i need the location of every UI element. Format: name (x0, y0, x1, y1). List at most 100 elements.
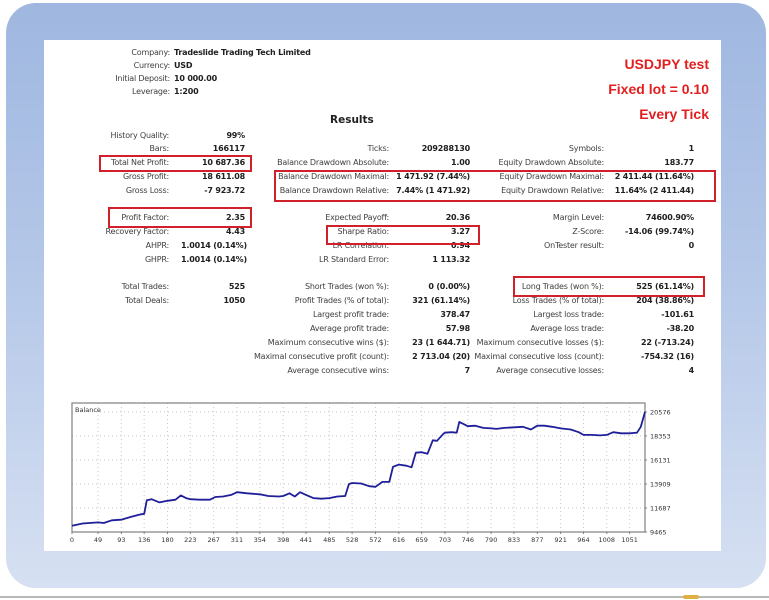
x-tick-label: 877 (531, 536, 543, 544)
stat-value: 4 (688, 366, 695, 375)
y-tick-label: 9465 (650, 529, 667, 537)
x-tick-label: 136 (138, 536, 150, 544)
stat-value: 23 (1 644.71) (412, 338, 470, 347)
stat-value: 7 (464, 366, 471, 375)
header-deposit-label: Initial Deposit: (115, 74, 170, 83)
stat-label: Gross Loss: (125, 186, 169, 195)
x-tick-label: 616 (393, 536, 405, 544)
y-tick-label: 11687 (650, 504, 671, 512)
stat-value: -14.06 (99.74%) (624, 227, 694, 236)
balance-chart-svg: Balance 0 49 93 136 180 223 267 311 354 398 441 485 5… (70, 402, 671, 544)
stat-value: 1 (688, 144, 695, 153)
stat-value: 18 611.08 (202, 172, 245, 181)
highlight-profit-factor (108, 207, 252, 228)
x-tick-label: 0 (70, 536, 74, 544)
x-tick-label: 93 (117, 536, 125, 544)
scroll-marker (683, 595, 699, 599)
note-symbol: USDJPY test (624, 56, 709, 72)
stat-value: 57.98 (445, 324, 471, 333)
header-currency-label: Currency: (133, 61, 171, 70)
stat-value: 183.77 (664, 158, 694, 167)
stat-label: Equity Drawdown Absolute: (498, 158, 604, 167)
stat-label: LR Standard Error: (319, 255, 389, 264)
note-model: Every Tick (639, 106, 709, 122)
header-deposit-value: 10 000.00 (174, 74, 217, 83)
header-leverage-label: Leverage: (132, 87, 170, 96)
stat-label: Largest profit trade: (313, 310, 389, 319)
stat-value: 0 (0.00%) (428, 282, 470, 291)
stat-value: 166117 (212, 144, 245, 153)
stat-value: 20.36 (445, 213, 471, 222)
stat-value: 1.0014 (0.14%) (181, 255, 247, 264)
x-tick-label: 528 (346, 536, 358, 544)
bottom-divider (0, 596, 769, 598)
stat-label: Symbols: (568, 144, 604, 153)
stat-label: Gross Profit: (122, 172, 169, 181)
stat-label: Maximum consecutive losses ($): (476, 338, 605, 347)
stat-label: Ticks: (367, 144, 389, 153)
stat-label: Maximal consecutive profit (count): (253, 352, 389, 361)
highlight-long-trades (513, 276, 705, 297)
stat-label: Bars: (149, 144, 169, 153)
stat-label: GHPR: (144, 255, 169, 264)
stat-label: Expected Payoff: (325, 213, 389, 222)
stat-value: 525 (228, 282, 245, 291)
stat-label: Total Deals: (125, 296, 169, 305)
header-company-value: Tradeslide Trading Tech Limited (174, 48, 311, 57)
stat-value: 0 (688, 241, 695, 250)
stat-value: 74600.90% (645, 213, 694, 222)
x-tick-label: 703 (439, 536, 451, 544)
stat-label: Profit Trades (% of total): (294, 296, 389, 305)
stat-value: 1050 (223, 296, 246, 305)
stat-value: 1.00 (451, 158, 470, 167)
stat-label: History Quality: (110, 131, 169, 140)
y-tick-label: 18353 (650, 432, 671, 440)
y-tick-label: 13909 (650, 480, 671, 488)
stat-label: Maximal consecutive loss (count): (474, 352, 604, 361)
y-tick-label: 16131 (650, 456, 671, 464)
stat-value: 209288130 (421, 144, 471, 153)
x-tick-label: 49 (94, 536, 102, 544)
highlight-total-net-profit (99, 155, 252, 172)
chart-title: Balance (75, 406, 101, 414)
stat-value: 2 713.04 (20) (412, 352, 470, 361)
x-tick-label: 223 (184, 536, 196, 544)
stat-label: Largest loss trade: (533, 310, 604, 319)
x-tick-label: 659 (415, 536, 427, 544)
y-tick-label: 20576 (650, 408, 671, 416)
x-tick-label: 964 (577, 536, 589, 544)
stat-label: OnTester result: (543, 241, 604, 250)
stat-label: Z-Score: (572, 227, 604, 236)
header-company-label: Company: (131, 48, 170, 57)
note-lot: Fixed lot = 0.10 (608, 81, 709, 97)
x-tick-label: 398 (277, 536, 289, 544)
x-tick-label: 1008 (599, 536, 616, 544)
highlight-sharpe-ratio (326, 225, 480, 245)
header-leverage-value: 1:200 (174, 87, 199, 96)
highlight-drawdown-maximal-relative (274, 170, 716, 202)
stat-label: Margin Level: (552, 213, 604, 222)
stat-label: Total Trades: (121, 282, 170, 291)
stat-value: -754.32 (16) (640, 352, 694, 361)
x-tick-label: 921 (554, 536, 566, 544)
plot-frame (71, 402, 646, 533)
x-tick-label: 790 (485, 536, 497, 544)
stat-label: AHPR: (145, 241, 170, 250)
stat-value: 1.0014 (0.14%) (181, 241, 247, 250)
stat-label: Balance Drawdown Absolute: (277, 158, 389, 167)
x-tick-label: 1051 (621, 536, 638, 544)
x-tick-label: 485 (323, 536, 335, 544)
x-tick-label: 311 (231, 536, 243, 544)
x-tick-label: 572 (369, 536, 381, 544)
x-tick-label: 746 (462, 536, 474, 544)
balance-chart: Balance 0 49 93 136 180 223 267 311 354 398 441 485 5… (60, 398, 720, 548)
x-tick-label: 833 (508, 536, 520, 544)
stat-value: -101.61 (661, 310, 694, 319)
x-tick-label: 180 (161, 536, 173, 544)
stat-label: Average loss trade: (530, 324, 604, 333)
x-tick-label: 267 (207, 536, 219, 544)
balance-line (71, 411, 646, 527)
x-tick-label: 354 (254, 536, 266, 544)
stat-value: -7 923.72 (204, 186, 245, 195)
stat-value: -38.20 (666, 324, 695, 333)
